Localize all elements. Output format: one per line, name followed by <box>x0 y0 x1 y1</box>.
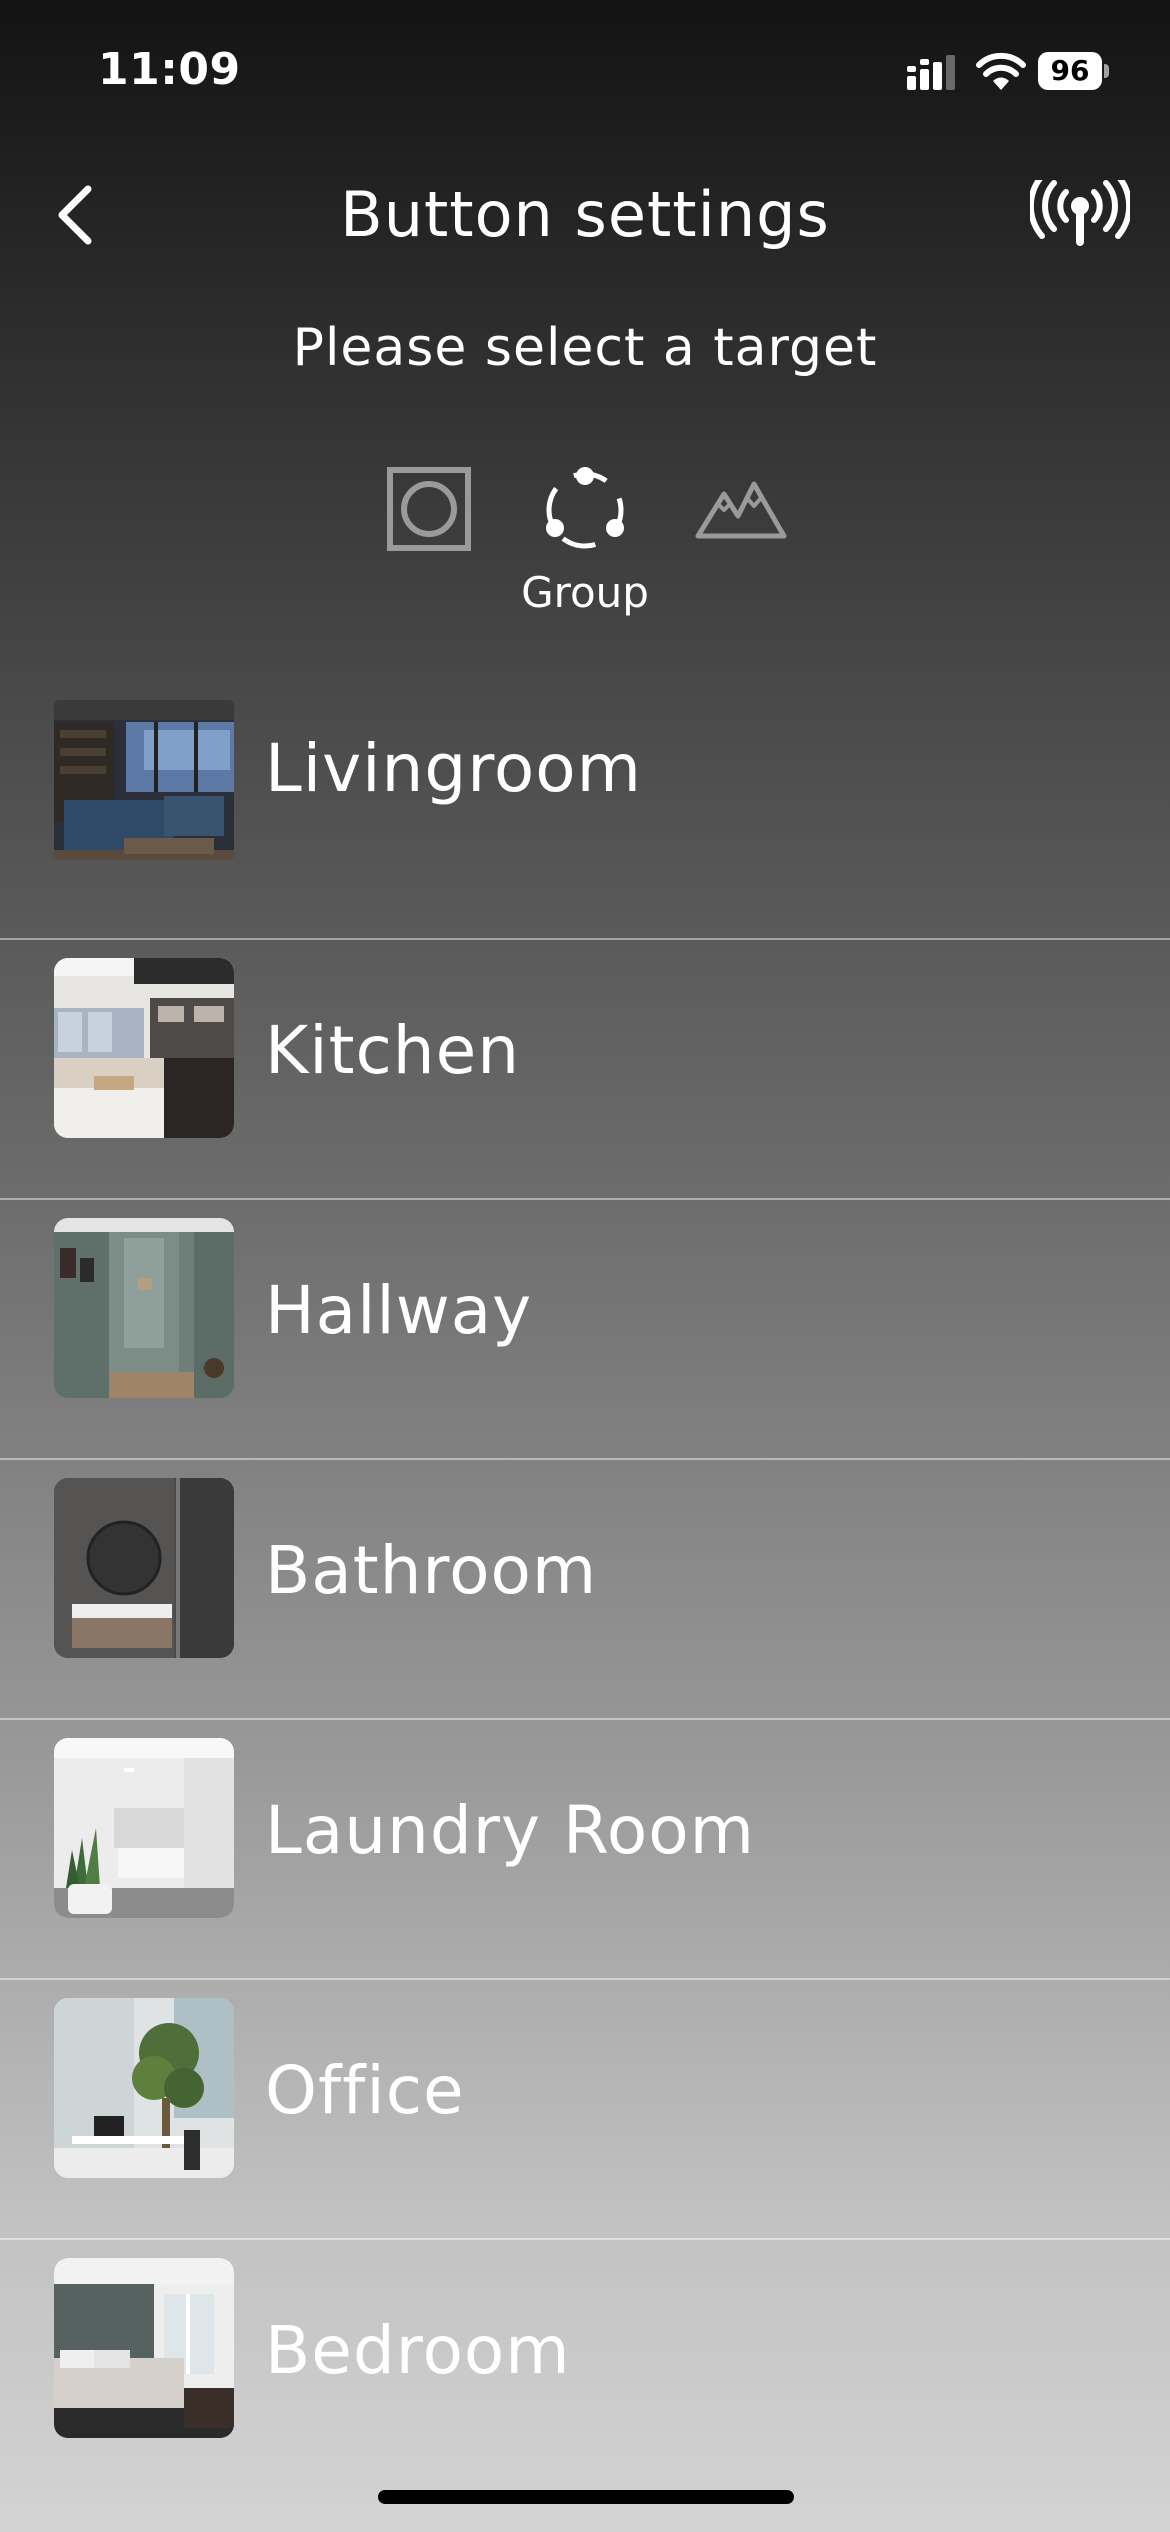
page-title: Button settings <box>340 178 830 251</box>
list-item-bathroom[interactable]: Bathroom <box>0 1460 1170 1720</box>
room-list: Livingroom Kitchen Hallway Bathroom Laun… <box>0 680 1170 2498</box>
kitchen-photo <box>54 958 234 1138</box>
room-label: Bathroom <box>265 1532 598 1609</box>
battery-level: 96 <box>1038 52 1102 90</box>
list-item-hallway[interactable]: Hallway <box>0 1200 1170 1460</box>
status-bar: 11:09 96 <box>0 0 1170 150</box>
chevron-left-icon[interactable] <box>46 175 106 255</box>
bathroom-photo <box>54 1478 234 1658</box>
tab-scene[interactable] <box>690 460 790 630</box>
device-icon <box>387 467 471 551</box>
group-icon <box>546 467 624 549</box>
room-label: Bedroom <box>265 2312 571 2389</box>
tab-group[interactable]: Group <box>510 460 660 630</box>
tab-group-label: Group <box>521 568 649 617</box>
bedroom-photo <box>54 2258 234 2438</box>
status-time: 11:09 <box>98 44 241 95</box>
tab-device[interactable] <box>380 460 480 630</box>
room-label: Laundry Room <box>265 1792 755 1869</box>
room-label: Office <box>265 2052 465 2129</box>
office-photo <box>54 1998 234 2178</box>
signal-icon <box>907 55 955 90</box>
list-item-office[interactable]: Office <box>0 1980 1170 2240</box>
hallway-photo <box>54 1218 234 1398</box>
room-label: Kitchen <box>265 1012 521 1089</box>
battery-icon: 96 <box>1038 52 1109 90</box>
laundry-room-photo <box>54 1738 234 1918</box>
home-indicator[interactable] <box>378 2490 794 2504</box>
list-item-kitchen[interactable]: Kitchen <box>0 940 1170 1200</box>
list-item-bedroom[interactable]: Bedroom <box>0 2240 1170 2498</box>
livingroom-photo <box>54 700 234 860</box>
subtitle: Please select a target <box>292 318 878 378</box>
list-item-livingroom[interactable]: Livingroom <box>0 680 1170 940</box>
scene-mountain-icon <box>695 481 787 539</box>
room-label: Livingroom <box>265 730 642 807</box>
wifi-icon <box>976 52 1026 90</box>
battery-tip <box>1104 64 1109 78</box>
list-item-laundry-room[interactable]: Laundry Room <box>0 1720 1170 1980</box>
antenna-broadcast-icon[interactable] <box>1030 180 1130 250</box>
room-label: Hallway <box>265 1272 533 1349</box>
